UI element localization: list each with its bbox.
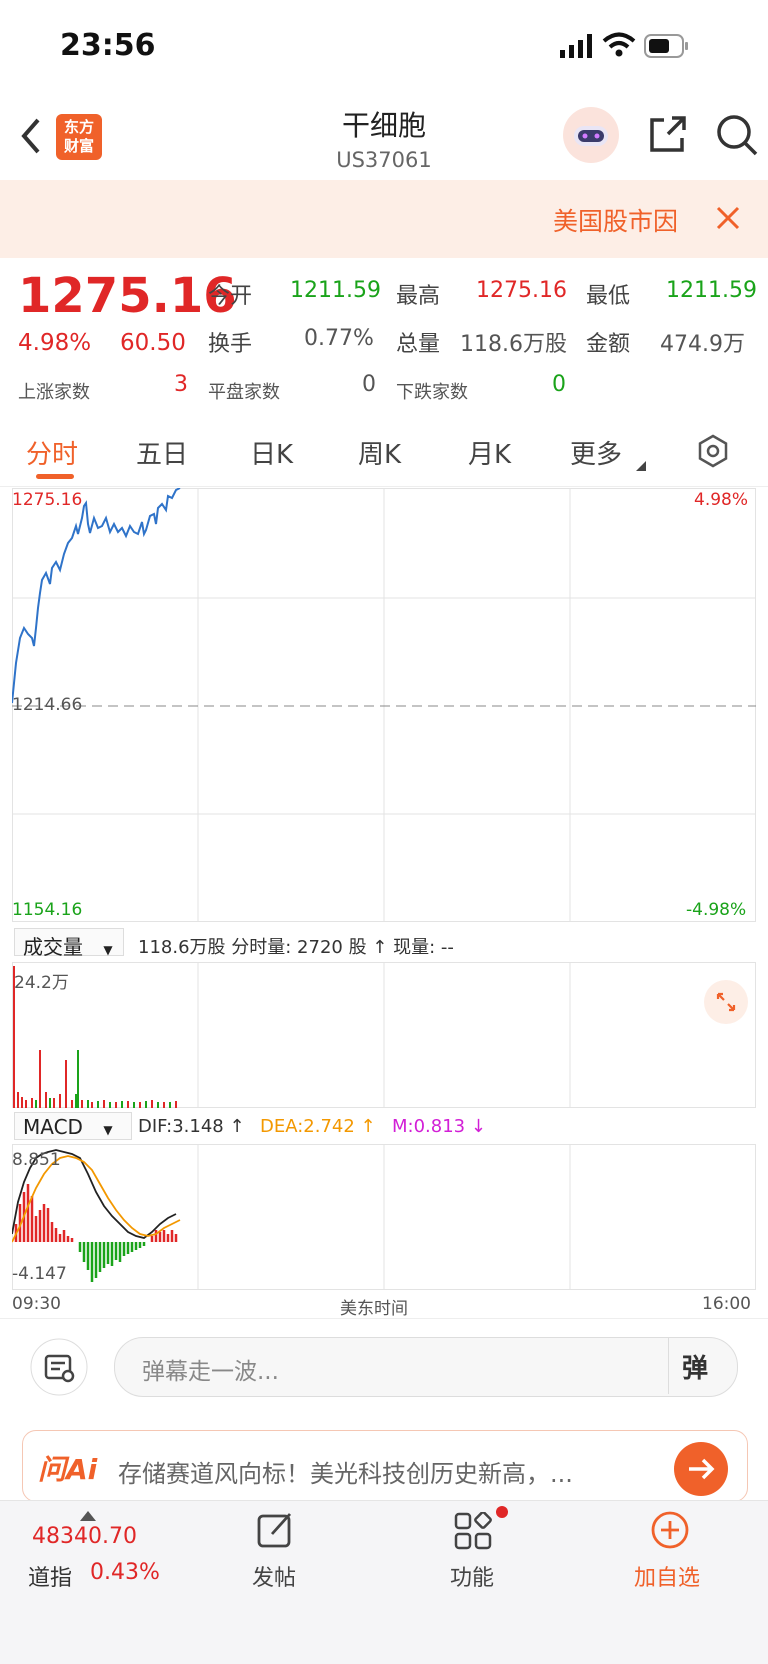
comment-list-icon[interactable] [30,1338,88,1400]
chart-bottom-pct: -4.98% [686,900,747,920]
volume-selector[interactable]: 成交量 ▼ [14,928,124,959]
macd-dea: DEA:2.742 ↑ [260,1116,376,1137]
ai-news-text[interactable]: 存储赛道风向标！美光科技创历史新高，... [118,1454,573,1489]
volume-max: 24.2万 [14,973,69,993]
apps-icon[interactable] [454,1511,492,1554]
tab-monthly-k[interactable]: 月K [468,434,511,471]
macd-dif: DIF:3.148 ↑ [138,1116,245,1137]
edit-icon[interactable] [256,1510,296,1554]
tab-more[interactable]: 更多 [570,434,622,471]
chart-top-price: 1275.16 [12,490,83,510]
volume-selector-label: 成交量 [23,935,83,959]
low-label: 最低 [586,284,631,309]
danmu-toggle-button[interactable]: 弹 [682,1348,708,1385]
last-price: 1275.16 [18,268,237,324]
flat-count-label: 平盘家数 [208,382,280,403]
index-name[interactable]: 道指 [28,1560,72,1592]
danmu-placeholder[interactable]: 弹幕走一波... [142,1352,279,1386]
up-count-label: 上涨家数 [18,382,90,403]
macd-max: 8.851 [12,1150,61,1170]
tab-intraday[interactable]: 分时 [26,434,78,471]
robot-avatar-icon[interactable] [562,106,620,168]
status-time: 23:56 [60,28,156,63]
danmu-toggle-label: 弹 [682,1354,709,1384]
chart-top-pct: 4.98% [694,490,749,510]
signal-icon [560,34,594,62]
notification-dot [496,1506,508,1518]
settings-icon[interactable] [696,434,730,472]
macd-chart[interactable] [11,1144,756,1294]
macd-selector-label: MACD [23,1115,83,1139]
low-value: 1211.59 [666,278,757,303]
caret-up-icon [80,1506,96,1525]
tab-underline [36,474,74,479]
up-count: 3 [174,372,188,397]
tab-daily-k[interactable]: 日K [250,434,293,471]
tab-weekly-k[interactable]: 周K [358,434,401,471]
down-count: 0 [552,372,566,397]
axis-timezone: 美东时间 [340,1299,408,1319]
axis-start-time: 09:30 [12,1294,61,1314]
tab-five-day[interactable]: 五日 [136,434,188,471]
change-value: 60.50 [120,330,186,356]
share-icon[interactable] [646,114,688,160]
axis-end-time: 16:00 [702,1294,751,1314]
battery-icon [644,34,690,62]
volume-info: 118.6万股 分时量: 2720 股 ↑ 现量: -- [138,937,454,958]
close-icon[interactable] [716,206,740,234]
dropdown-arrow-icon: ▼ [103,1123,113,1137]
nav-add-watchlist[interactable]: 加自选 [634,1560,700,1592]
index-change-pct[interactable]: 0.43% [90,1560,160,1585]
high-label: 最高 [396,284,441,309]
turnover-label: 换手 [208,332,253,357]
flat-count: 0 [362,372,376,397]
open-label: 今开 [208,284,253,309]
dropdown-arrow-icon: ▼ [103,943,113,957]
volume-value: 118.6万股 [460,332,567,357]
chart-mid-price: 1214.66 [12,695,83,715]
index-value[interactable]: 48340.70 [32,1524,137,1549]
macd-m: M:0.813 ↓ [392,1116,486,1137]
macd-selector[interactable]: MACD ▼ [14,1112,132,1140]
triangle-down-icon [636,456,646,475]
turnover-value: 0.77% [304,326,374,351]
expand-icon[interactable] [704,980,748,1028]
amount-value: 474.9万 [660,332,745,357]
down-count-label: 下跌家数 [396,382,468,403]
change-pct: 4.98% [18,330,92,356]
nav-functions[interactable]: 功能 [450,1560,494,1592]
macd-min: -4.147 [12,1264,67,1284]
volume-chart[interactable] [12,962,756,1112]
notice-text[interactable]: 美国股市因 [553,202,678,238]
ai-logo: 问Ai [38,1453,98,1486]
high-value: 1275.16 [476,278,567,303]
search-icon[interactable] [714,112,760,162]
add-circle-icon[interactable] [650,1510,690,1554]
danmu-divider [668,1338,669,1394]
volume-label: 总量 [396,332,441,357]
amount-label: 金额 [586,332,631,357]
divider [0,1318,768,1319]
price-chart[interactable] [11,487,756,926]
nav-post[interactable]: 发帖 [252,1560,296,1592]
wifi-icon [602,32,636,62]
arrow-right-icon[interactable] [674,1442,728,1500]
chart-bottom-price: 1154.16 [12,900,83,920]
open-value: 1211.59 [290,278,381,303]
